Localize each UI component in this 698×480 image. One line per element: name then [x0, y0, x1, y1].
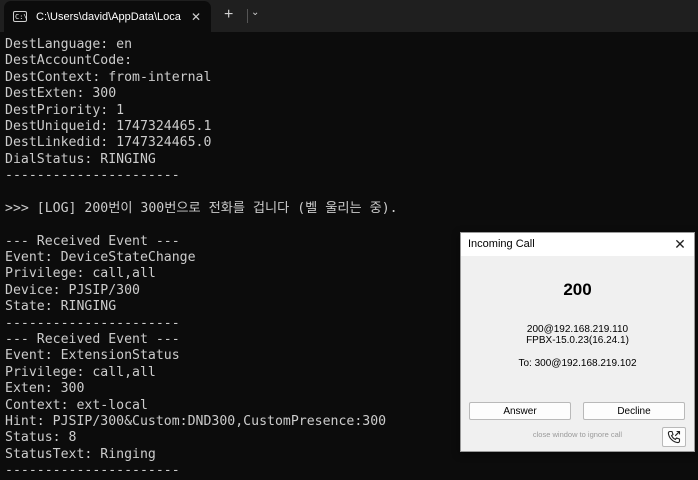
terminal-line: DestLanguage: en: [5, 37, 133, 52]
terminal-line: StatusText: Ringing: [5, 446, 156, 462]
phone-forward-icon: [667, 430, 681, 444]
terminal-line: ----------------------: [5, 168, 180, 184]
terminal-title-bar: C:\ C:\Users\david\AppData\Local ✕ + ⌄: [0, 0, 698, 32]
terminal-tab[interactable]: C:\ C:\Users\david\AppData\Local ✕: [4, 1, 211, 32]
caller-number: 200: [563, 280, 592, 299]
call-transfer-button[interactable]: [662, 427, 686, 447]
terminal-line: Event: ExtensionStatus: [5, 348, 180, 364]
tab-title: C:\Users\david\AppData\Local: [36, 10, 181, 23]
terminal-line: --- Received Event ---: [5, 332, 180, 348]
close-tab-icon[interactable]: ✕: [191, 10, 201, 24]
terminal-line: State: RINGING: [5, 299, 117, 315]
terminal-lines: DestLanguage: en DestAccountCode: DestCont…: [5, 37, 398, 480]
terminal-line: Status: 8: [5, 430, 77, 446]
terminal-line: --- Received Event ---: [5, 233, 180, 249]
incoming-call-window: Incoming Call ✕ 200 200@192.168.219.110 …: [460, 232, 695, 452]
terminal-line: DestAccountCode:: [5, 53, 133, 69]
caller-uri: 200@192.168.219.110: [526, 324, 629, 335]
caller-user-agent: FPBX-15.0.23(16.24.1): [526, 335, 629, 346]
terminal-line: Device: PJSIP/300: [5, 282, 140, 298]
terminal-line: DestUniqueid: 1747324465.1: [5, 118, 212, 134]
terminal-line: DestLinkedid: 1747324465.0: [5, 135, 212, 151]
answer-button[interactable]: Answer: [469, 402, 571, 420]
terminal-line: DestContext: from-internal: [5, 69, 212, 85]
terminal-line: Event: DeviceStateChange: [5, 250, 196, 266]
tab-divider: [247, 9, 248, 23]
terminal-line: Privilege: call,all: [5, 364, 156, 380]
ignore-call-hint: close window to ignore call: [532, 430, 623, 439]
popup-title: Incoming Call: [468, 238, 535, 250]
tab-dropdown-icon[interactable]: ⌄: [251, 7, 259, 18]
terminal-line: Context: ext-local: [5, 397, 148, 413]
close-icon[interactable]: ✕: [672, 235, 688, 253]
terminal-icon: C:\: [13, 11, 28, 22]
terminal-line: Exten: 300: [5, 381, 85, 397]
terminal-line: ----------------------: [5, 463, 180, 479]
terminal-line: DialStatus: RINGING: [5, 151, 156, 167]
decline-button[interactable]: Decline: [583, 402, 685, 420]
call-destination: To: 300@192.168.219.102: [518, 358, 637, 369]
popup-title-bar: Incoming Call ✕: [461, 233, 694, 256]
terminal-line: ----------------------: [5, 315, 180, 331]
terminal-line: DestPriority: 1: [5, 102, 125, 118]
terminal-line: Hint: PJSIP/300&Custom:DND300,CustomPres…: [5, 413, 387, 429]
terminal-line: Privilege: call,all: [5, 266, 156, 282]
new-tab-button[interactable]: +: [224, 6, 233, 24]
terminal-line: DestExten: 300: [5, 86, 117, 102]
terminal-line: >>> [LOG] 200번이 300번으로 전화를 겁니다 (벨 울리는 중)…: [5, 200, 398, 216]
